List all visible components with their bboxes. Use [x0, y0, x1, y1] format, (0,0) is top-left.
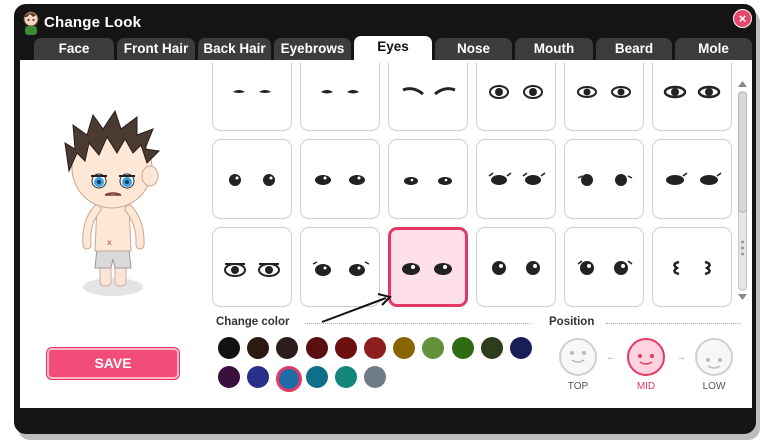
- tab-nose[interactable]: Nose: [435, 38, 512, 60]
- color-swatch[interactable]: [305, 337, 328, 359]
- eye-option[interactable]: [300, 139, 380, 219]
- change-color-title: Change color: [216, 316, 290, 328]
- eye-option[interactable]: [388, 139, 468, 219]
- save-button[interactable]: SAVE: [47, 348, 179, 379]
- color-swatch[interactable]: [364, 337, 386, 359]
- eyes-option-grid: [212, 63, 734, 309]
- tab-beard[interactable]: Beard: [596, 38, 672, 60]
- eye-option[interactable]: [212, 139, 292, 219]
- arrow-left-icon: ←: [606, 352, 616, 363]
- eye-option[interactable]: [564, 139, 644, 219]
- avatar-preview: x: [64, 109, 161, 296]
- window-title: Change Look: [44, 14, 142, 31]
- color-swatch[interactable]: [480, 337, 503, 359]
- eye-option[interactable]: [212, 227, 292, 307]
- color-swatch[interactable]: [364, 366, 386, 388]
- eye-option[interactable]: [388, 63, 468, 131]
- tab-mole[interactable]: Mole: [675, 38, 752, 60]
- position-title: Position: [549, 316, 595, 328]
- eye-option[interactable]: [652, 139, 732, 219]
- arrow-up-icon: [738, 81, 747, 87]
- eye-option[interactable]: [212, 63, 292, 131]
- tab-back-hair[interactable]: Back Hair: [198, 38, 271, 60]
- position-low-icon[interactable]: [694, 337, 734, 377]
- position-mid-label: MID: [636, 381, 656, 392]
- color-swatch[interactable]: [218, 337, 240, 359]
- arrow-right-icon: →: [676, 352, 686, 363]
- scrollbar[interactable]: [737, 80, 748, 302]
- divider: [606, 323, 740, 325]
- color-swatch[interactable]: [218, 366, 240, 388]
- svg-text:x: x: [107, 238, 112, 247]
- color-swatch[interactable]: [334, 337, 357, 359]
- color-swatch[interactable]: [334, 366, 357, 388]
- avatar-icon: [23, 11, 39, 35]
- arrow-down-icon: [738, 294, 747, 300]
- eye-option[interactable]: [652, 63, 732, 131]
- eye-option[interactable]: [476, 139, 556, 219]
- eye-option[interactable]: [300, 63, 380, 131]
- eye-option[interactable]: [564, 227, 644, 307]
- eye-option[interactable]: [476, 63, 556, 131]
- tab-eyes[interactable]: Eyes: [354, 36, 432, 62]
- tab-eyebrows[interactable]: Eyebrows: [274, 38, 351, 60]
- pointer-arrow-icon: [321, 293, 392, 323]
- eye-option-selected[interactable]: [388, 227, 468, 307]
- tab-face[interactable]: Face: [34, 38, 114, 60]
- color-swatch[interactable]: [510, 337, 532, 359]
- position-top-icon[interactable]: [558, 337, 598, 377]
- tab-front-hair[interactable]: Front Hair: [117, 38, 195, 60]
- eye-option[interactable]: [564, 63, 644, 131]
- color-swatch[interactable]: [451, 337, 474, 359]
- close-icon[interactable]: ×: [733, 9, 752, 28]
- position-top-label: TOP: [567, 381, 589, 392]
- eye-option[interactable]: [476, 227, 556, 307]
- divider: [305, 323, 530, 325]
- eye-option[interactable]: [652, 227, 732, 307]
- color-swatch[interactable]: [305, 366, 328, 388]
- position-low-label: LOW: [702, 381, 726, 392]
- position-mid-icon[interactable]: [626, 337, 666, 377]
- tab-mouth[interactable]: Mouth: [515, 38, 593, 60]
